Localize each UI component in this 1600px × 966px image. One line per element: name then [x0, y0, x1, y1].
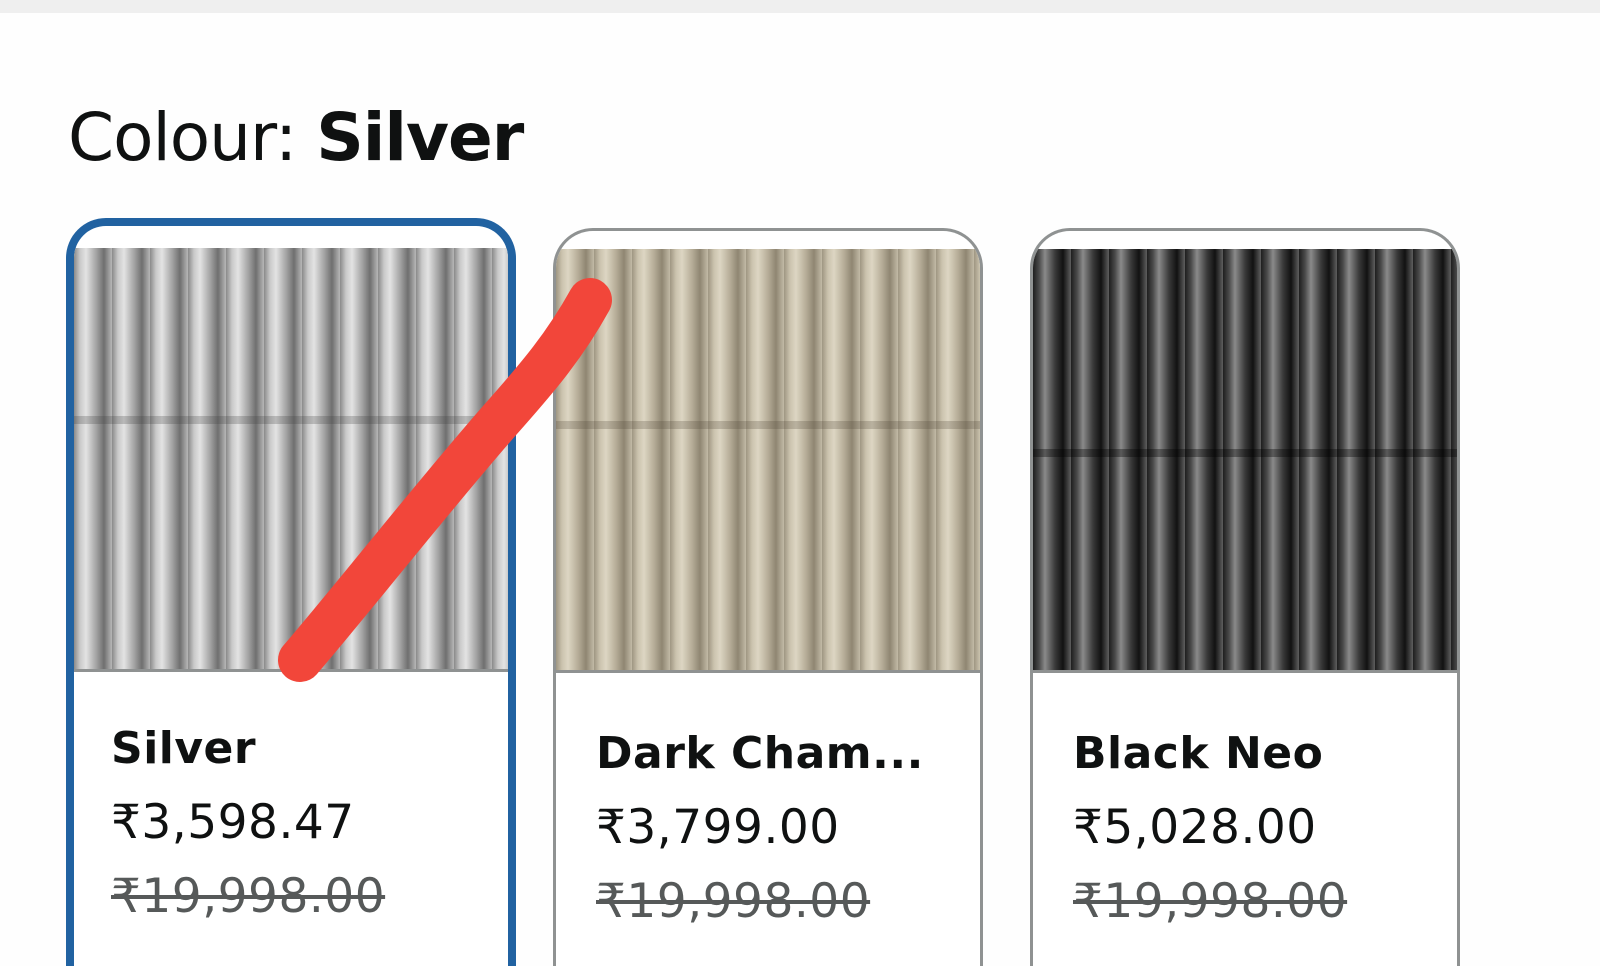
colour-label: Colour: — [68, 99, 317, 176]
swatch-mrp: ₹19,998.00 — [1073, 874, 1348, 929]
top-bar-strip — [0, 0, 1600, 13]
swatch-dark-champagne[interactable]: Dark Cham... ₹3,799.00 ₹19,998.00 — [553, 228, 983, 966]
swatch-divider — [1033, 670, 1457, 673]
swatch-mrp: ₹19,998.00 — [596, 874, 871, 929]
silver-texture-image — [74, 248, 508, 670]
swatch-silver[interactable]: Silver ₹3,598.47 ₹19,998.00 — [66, 218, 516, 966]
swatch-image-silver — [74, 248, 508, 672]
swatch-price: ₹5,028.00 — [1073, 800, 1317, 855]
swatch-price: ₹3,598.47 — [111, 795, 355, 850]
swatch-name: Silver — [111, 723, 257, 774]
selected-colour-name: Silver — [316, 99, 524, 176]
swatch-price: ₹3,799.00 — [596, 800, 840, 855]
swatch-mrp: ₹19,998.00 — [111, 869, 386, 924]
swatch-image-dark-champagne — [556, 249, 980, 673]
black-neo-texture-image — [1033, 249, 1457, 671]
swatch-black-neo[interactable]: Black Neo ₹5,028.00 ₹19,998.00 — [1030, 228, 1460, 966]
swatch-image-black-neo — [1033, 249, 1457, 673]
swatch-name: Black Neo — [1073, 728, 1324, 779]
dark-champagne-texture-image — [556, 249, 980, 671]
colour-heading: Colour: Silver — [68, 98, 524, 178]
swatch-divider — [556, 670, 980, 673]
swatch-name: Dark Cham... — [596, 728, 924, 779]
